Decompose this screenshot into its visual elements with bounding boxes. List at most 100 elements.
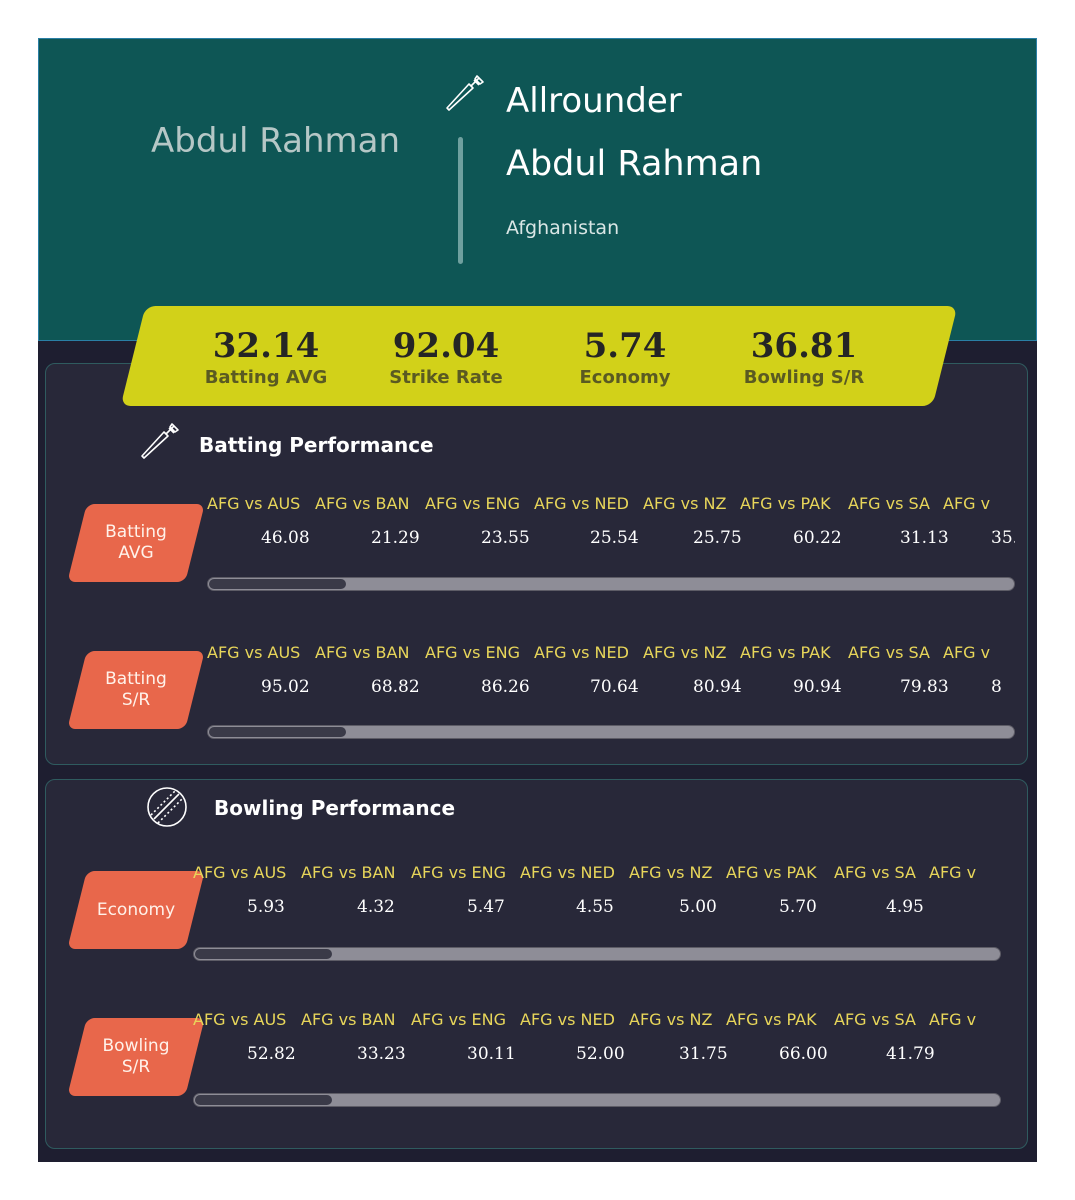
match-value: 70.64 — [590, 677, 639, 697]
match-column: AFG vs AUS 95.02 — [207, 642, 317, 698]
match-column: AFG vs NED 70.64 — [534, 642, 644, 698]
match-value: 4.55 — [576, 897, 614, 917]
batting-sr-row: AFG vs AUS 95.02 AFG vs BAN 68.82 AFG vs ENG… — [207, 642, 1015, 722]
match-column: AFG vs ENG 86.26 — [425, 642, 535, 698]
match-value: 41.79 — [886, 1044, 935, 1064]
match-label: AFG v — [929, 863, 977, 882]
match-column: AFG vs ENG 5.47 — [411, 862, 521, 918]
match-label: AFG vs AUS — [207, 643, 301, 662]
economy-row: AFG vs AUS 5.93 AFG vs BAN 4.32 AFG vs ENG 5.… — [193, 862, 1001, 942]
match-column: AFG vs SA 41.79 — [834, 1009, 944, 1065]
match-column: AFG vs NZ 5.00 — [629, 862, 739, 918]
match-label: AFG vs NED — [534, 494, 629, 513]
bowling-performance-panel: Bowling Performance Economy AFG vs AUS 5.… — [45, 779, 1028, 1149]
match-label: AFG vs PAK — [726, 1010, 817, 1029]
match-label: AFG vs NZ — [643, 494, 727, 513]
match-column: AFG vs PAK 5.70 — [726, 862, 836, 918]
match-column: AFG vs ENG 23.55 — [425, 493, 535, 549]
match-value: 52.82 — [247, 1044, 296, 1064]
match-label: AFG vs ENG — [425, 643, 520, 662]
bowling-sr-row: AFG vs AUS 52.82 AFG vs BAN 33.23 AFG vs ENG… — [193, 1009, 1001, 1089]
match-column: AFG v — [929, 862, 1001, 896]
match-column: AFG vs AUS 52.82 — [193, 1009, 303, 1065]
match-column: AFG v — [929, 1009, 1001, 1043]
match-column: AFG vs PAK 60.22 — [740, 493, 850, 549]
match-column: AFG vs SA 79.83 — [848, 642, 958, 698]
scrollbar-thumb[interactable] — [209, 727, 346, 737]
match-column: AFG vs BAN 68.82 — [315, 642, 425, 698]
match-label: AFG vs BAN — [301, 1010, 396, 1029]
player-role: Allrounder — [506, 81, 682, 121]
match-column: AFG vs ENG 30.11 — [411, 1009, 521, 1065]
match-column: AFG vs NZ 31.75 — [629, 1009, 739, 1065]
match-value: 60.22 — [793, 528, 842, 548]
match-column: AFG vs BAN 4.32 — [301, 862, 411, 918]
match-label: AFG vs ENG — [425, 494, 520, 513]
bowling-performance-title: Bowling Performance — [214, 796, 456, 820]
match-value: 5.00 — [679, 897, 717, 917]
match-label: AFG vs AUS — [193, 863, 287, 882]
match-label: AFG vs AUS — [207, 494, 301, 513]
match-column: AFG vs AUS 5.93 — [193, 862, 303, 918]
summary-stats-bar: 32.14 Batting AVG 92.04 Strike Rate 5.74… — [120, 306, 958, 406]
scrollbar-thumb[interactable] — [195, 1095, 332, 1105]
match-value: 4.32 — [357, 897, 395, 917]
match-label: AFG v — [943, 494, 991, 513]
match-label: AFG vs NZ — [643, 643, 727, 662]
batting-avg-row: AFG vs AUS 46.08 AFG vs BAN 21.29 AFG vs ENG… — [207, 493, 1015, 573]
cricket-bat-icon — [446, 75, 484, 111]
match-value: 90.94 — [793, 677, 842, 697]
summary-bowling-sr: 36.81 Bowling S/R — [743, 326, 865, 388]
match-value: 66.00 — [779, 1044, 828, 1064]
match-value: 30.11 — [467, 1044, 516, 1064]
batting-performance-panel: Batting Performance Batting AVG AFG vs A… — [45, 363, 1028, 765]
match-value: 23.55 — [481, 528, 530, 548]
cricket-ball-icon — [147, 787, 187, 827]
match-value: 21.29 — [371, 528, 420, 548]
match-value: 25.54 — [590, 528, 639, 548]
cricket-bat-icon — [141, 423, 179, 459]
match-column: AFG vs NED 25.54 — [534, 493, 644, 549]
match-label: AFG vs NED — [520, 863, 615, 882]
match-label: AFG vs NED — [534, 643, 629, 662]
match-label: AFG vs BAN — [315, 643, 410, 662]
match-label: AFG vs BAN — [301, 863, 396, 882]
economy-tag: Economy — [67, 871, 205, 949]
match-value: 46.08 — [261, 528, 310, 548]
match-value: 95.02 — [261, 677, 310, 697]
bowling-sr-tag: Bowling S/R — [67, 1018, 205, 1096]
match-value: 33.23 — [357, 1044, 406, 1064]
batting-sr-tag: Batting S/R — [67, 651, 205, 729]
match-label: AFG vs SA — [834, 863, 916, 882]
match-column: AFG vs PAK 90.94 — [740, 642, 850, 698]
match-label: AFG vs NZ — [629, 1010, 713, 1029]
match-value: 25.75 — [693, 528, 742, 548]
summary-strike-rate: 92.04 Strike Rate — [389, 326, 503, 388]
player-name: Abdul Rahman — [506, 144, 763, 184]
match-column: AFG vs AUS 46.08 — [207, 493, 317, 549]
match-column: AFG v35. — [943, 493, 1015, 549]
match-value: 31.75 — [679, 1044, 728, 1064]
player-country: Afghanistan — [506, 217, 620, 239]
match-column: AFG vs NZ 25.75 — [643, 493, 753, 549]
match-label: AFG vs PAK — [740, 494, 831, 513]
batting-avg-tag: Batting AVG — [67, 504, 205, 582]
economy-scrollbar[interactable] — [193, 947, 1001, 961]
scrollbar-thumb[interactable] — [209, 579, 346, 589]
match-label: AFG vs NZ — [629, 863, 713, 882]
match-value: 86.26 — [481, 677, 530, 697]
match-value: 8 — [991, 677, 1002, 697]
match-value: 79.83 — [900, 677, 949, 697]
scrollbar-thumb[interactable] — [195, 949, 332, 959]
match-label: AFG vs NED — [520, 1010, 615, 1029]
summary-batting-avg: 32.14 Batting AVG — [204, 326, 328, 388]
batting-avg-scrollbar[interactable] — [207, 577, 1015, 591]
player-profile-card: Abdul Rahman Allrounder Abdul Rahman Afg… — [38, 38, 1037, 1162]
match-column: AFG v8 — [943, 642, 1015, 698]
batting-sr-scrollbar[interactable] — [207, 725, 1015, 739]
match-label: AFG vs SA — [834, 1010, 916, 1029]
header-divider — [458, 137, 463, 264]
match-label: AFG vs PAK — [740, 643, 831, 662]
match-value: 5.93 — [247, 897, 285, 917]
bowling-sr-scrollbar[interactable] — [193, 1093, 1001, 1107]
